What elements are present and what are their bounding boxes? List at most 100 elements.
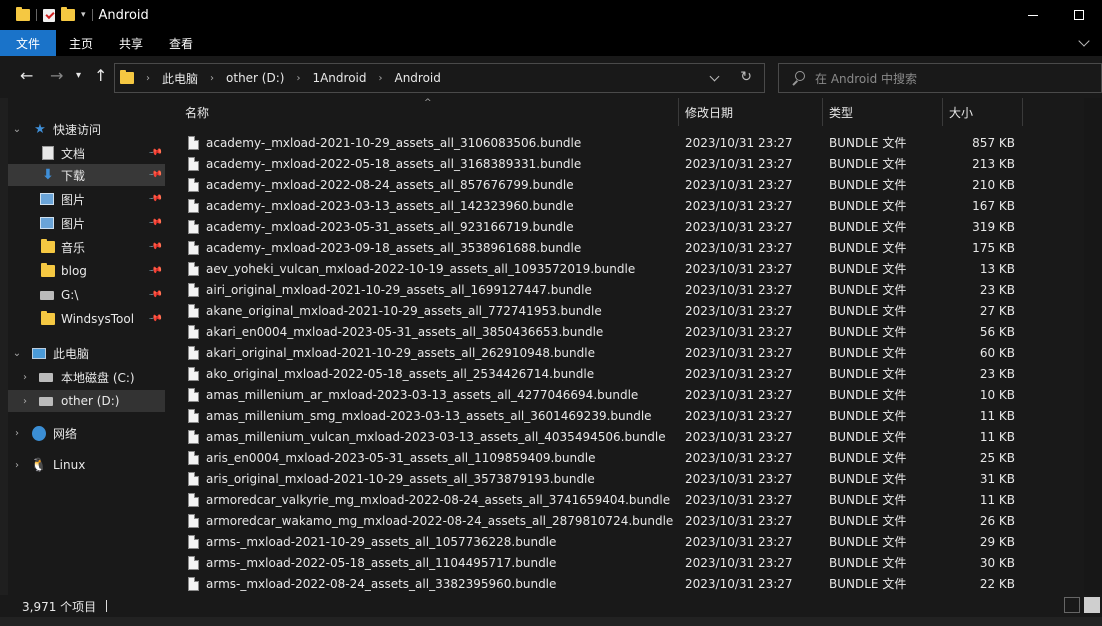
nav-item-downloads[interactable]: ⬇ 下载 📌 — [8, 164, 165, 186]
nav-item-windsystool[interactable]: WindsysTool 📌 — [8, 308, 165, 330]
quick-access-toolbar: ▾ — [16, 7, 93, 22]
nav-linux[interactable]: › 🐧 Linux — [8, 454, 165, 476]
file-row[interactable]: academy-_mxload-2021-10-29_assets_all_31… — [166, 133, 1084, 154]
pin-icon[interactable]: 📌 — [148, 216, 163, 231]
file-size: 167 KB — [972, 199, 1015, 213]
pin-icon[interactable]: 📌 — [148, 146, 163, 161]
pin-icon[interactable]: 📌 — [148, 288, 163, 303]
file-row[interactable]: airi_original_mxload-2021-10-29_assets_a… — [166, 280, 1084, 301]
chevron-right-icon[interactable]: › — [12, 428, 22, 439]
nav-this-pc[interactable]: ⌄ 此电脑 — [8, 342, 165, 364]
breadcrumb-separator-icon[interactable]: › — [296, 73, 300, 84]
file-icon — [188, 241, 199, 255]
nav-drive-c[interactable]: › 本地磁盘 (C:) — [8, 366, 165, 388]
nav-quick-access[interactable]: ⌄ ★ 快速访问 — [8, 118, 165, 140]
maximize-button[interactable] — [1056, 0, 1102, 30]
navigation-pane[interactable]: ⌄ ★ 快速访问 文档 📌 ⬇ 下载 📌 图片 📌 图片 📌 音乐 📌 blog… — [8, 98, 165, 595]
recent-locations-chevron-icon[interactable]: ▾ — [76, 70, 81, 81]
chevron-right-icon[interactable]: › — [20, 396, 30, 407]
breadcrumb-1android[interactable]: 1Android — [312, 71, 366, 85]
file-row[interactable]: academy-_mxload-2022-08-24_assets_all_85… — [166, 175, 1084, 196]
address-history-chevron-icon[interactable] — [709, 71, 720, 82]
column-date-modified[interactable]: 修改日期 — [679, 98, 823, 126]
breadcrumb-android[interactable]: Android — [394, 71, 440, 85]
file-row[interactable]: armoredcar_wakamo_mg_mxload-2022-08-24_a… — [166, 511, 1084, 532]
file-row[interactable]: aris_en0004_mxload-2023-05-31_assets_all… — [166, 448, 1084, 469]
file-name: amas_millenium_ar_mxload-2023-03-13_asse… — [206, 388, 639, 402]
file-row[interactable]: arms-_mxload-2022-05-18_assets_all_11044… — [166, 553, 1084, 574]
chevron-down-icon[interactable]: ⌄ — [12, 348, 22, 359]
search-input-placeholder[interactable]: 在 Android 中搜索 — [815, 70, 917, 87]
file-row[interactable]: arms-_mxload-2021-10-29_assets_all_10577… — [166, 532, 1084, 553]
nav-item-blog[interactable]: blog 📌 — [8, 260, 165, 282]
file-row[interactable]: aris_original_mxload-2021-10-29_assets_a… — [166, 469, 1084, 490]
file-row[interactable]: amas_millenium_vulcan_mxload-2023-03-13_… — [166, 427, 1084, 448]
pin-icon[interactable]: 📌 — [148, 192, 163, 207]
breadcrumb-separator-icon[interactable]: › — [146, 73, 150, 84]
file-row[interactable]: akari_original_mxload-2021-10-29_assets_… — [166, 343, 1084, 364]
file-icon — [188, 346, 199, 360]
file-row[interactable]: aev_yoheki_vulcan_mxload-2022-10-19_asse… — [166, 259, 1084, 280]
chevron-right-icon[interactable]: › — [12, 460, 22, 471]
file-icon — [188, 220, 199, 234]
file-type: BUNDLE 文件 — [829, 262, 907, 276]
file-row[interactable]: akari_en0004_mxload-2023-05-31_assets_al… — [166, 322, 1084, 343]
nav-item-pictures[interactable]: 图片 📌 — [8, 188, 165, 210]
drive-icon — [39, 371, 53, 384]
file-date-modified: 2023/10/31 23:27 — [685, 304, 793, 318]
expand-ribbon-chevron-icon[interactable] — [1078, 35, 1090, 47]
breadcrumb-this-pc[interactable]: 此电脑 — [162, 70, 198, 87]
customize-toolbar-chevron-icon[interactable]: ▾ — [81, 10, 86, 20]
file-row[interactable]: akane_original_mxload-2021-10-29_assets_… — [166, 301, 1084, 322]
file-type: BUNDLE 文件 — [829, 325, 907, 339]
file-row[interactable]: amas_millenium_smg_mxload-2023-03-13_ass… — [166, 406, 1084, 427]
breadcrumb-drive-d[interactable]: other (D:) — [226, 71, 284, 85]
tab-share[interactable]: 共享 — [106, 30, 156, 56]
pin-icon[interactable]: 📌 — [148, 168, 163, 183]
file-row[interactable]: arms-_mxload-2022-08-24_assets_all_33823… — [166, 574, 1084, 595]
column-type[interactable]: 类型 — [823, 98, 943, 126]
file-size: 10 KB — [979, 388, 1015, 402]
properties-icon[interactable] — [43, 8, 55, 22]
pin-icon[interactable]: 📌 — [148, 240, 163, 255]
nav-item-documents[interactable]: 文档 📌 — [8, 142, 165, 164]
file-row[interactable]: ako_original_mxload-2022-05-18_assets_al… — [166, 364, 1084, 385]
file-row[interactable]: armoredcar_valkyrie_mg_mxload-2022-08-24… — [166, 490, 1084, 511]
nav-item-music[interactable]: 音乐 📌 — [8, 236, 165, 258]
linux-penguin-icon: 🐧 — [30, 457, 48, 473]
nav-drive-d[interactable]: › other (D:) — [8, 390, 165, 412]
back-arrow-icon[interactable]: ← — [20, 66, 33, 85]
forward-arrow-icon[interactable]: → — [50, 66, 63, 85]
tab-view[interactable]: 查看 — [156, 30, 206, 56]
breadcrumb-separator-icon[interactable]: › — [378, 73, 382, 84]
chevron-right-icon[interactable]: › — [20, 372, 30, 383]
pin-icon[interactable]: 📌 — [148, 312, 163, 327]
tab-home[interactable]: 主页 — [56, 30, 106, 56]
tab-file[interactable]: 文件 — [0, 30, 56, 56]
file-row[interactable]: academy-_mxload-2023-09-18_assets_all_35… — [166, 238, 1084, 259]
refresh-icon[interactable]: ↻ — [740, 69, 752, 85]
column-size[interactable]: 大小 — [943, 98, 1023, 126]
search-box[interactable]: 在 Android 中搜索 — [778, 63, 1102, 93]
nav-item-pictures-2[interactable]: 图片 📌 — [8, 212, 165, 234]
file-row[interactable]: academy-_mxload-2023-03-13_assets_all_14… — [166, 196, 1084, 217]
chevron-down-icon[interactable]: ⌄ — [12, 124, 22, 135]
address-bar[interactable]: › 此电脑 › other (D:) › 1Android › Android … — [114, 63, 765, 93]
file-row[interactable]: amas_millenium_ar_mxload-2023-03-13_asse… — [166, 385, 1084, 406]
minimize-button[interactable] — [1010, 0, 1056, 30]
up-arrow-icon[interactable]: ↑ — [94, 66, 107, 85]
file-name: academy-_mxload-2023-03-13_assets_all_14… — [206, 199, 574, 213]
file-list[interactable]: ^ 名称 修改日期 类型 大小 academy-_mxload-2021-10-… — [166, 98, 1084, 595]
column-name[interactable]: 名称 — [179, 98, 679, 126]
nav-label: 图片 — [61, 192, 86, 207]
breadcrumb-separator-icon[interactable]: › — [210, 73, 214, 84]
large-icons-view-button[interactable] — [1084, 597, 1100, 613]
file-row[interactable]: academy-_mxload-2023-05-31_assets_all_92… — [166, 217, 1084, 238]
details-view-button[interactable] — [1064, 597, 1080, 613]
vertical-scrollbar[interactable] — [1084, 98, 1102, 595]
pin-icon[interactable]: 📌 — [148, 264, 163, 279]
nav-item-g-drive[interactable]: G:\ 📌 — [8, 284, 165, 306]
nav-network[interactable]: › 网络 — [8, 422, 165, 444]
new-folder-icon[interactable] — [61, 7, 75, 21]
file-row[interactable]: academy-_mxload-2022-05-18_assets_all_31… — [166, 154, 1084, 175]
